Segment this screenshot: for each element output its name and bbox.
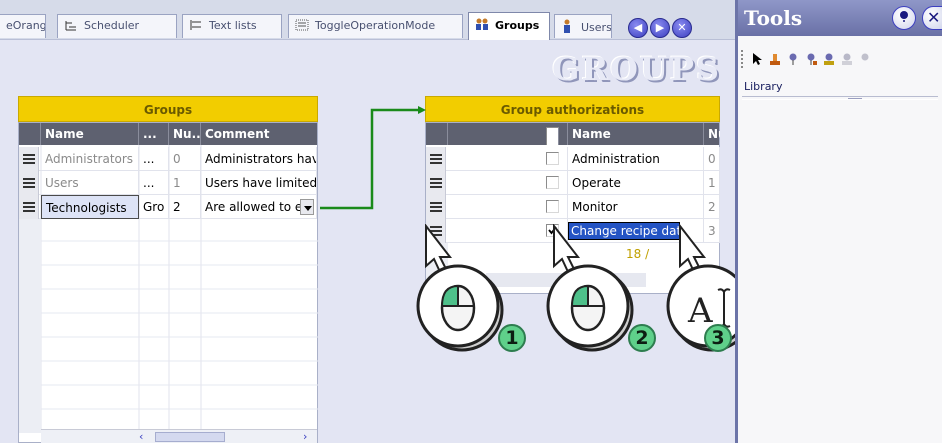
close-icon[interactable]: ✕: [922, 6, 942, 30]
tools-pane: Tools ✕ Library: [735, 0, 942, 443]
pin-tool-icon[interactable]: [786, 52, 800, 66]
callout-mouse-click-1: 1: [400, 224, 526, 364]
step-badge-3: 3: [704, 324, 732, 352]
tools-header: Tools ✕: [738, 0, 942, 36]
callout-mouse-click-2: 2: [530, 224, 656, 364]
step-badge-2: 2: [628, 324, 656, 352]
step-badge-1: 1: [498, 324, 526, 352]
pin-disabled-2-icon[interactable]: [858, 52, 872, 66]
pin-add-icon[interactable]: [804, 52, 818, 66]
toolbar-grip: [741, 50, 743, 68]
editor-area: eOrange Scheduler Text lists ToggleOpera…: [0, 0, 735, 443]
relation-connector-arrow: [320, 106, 426, 210]
callout-text-input-3: A 3: [660, 224, 735, 364]
splitter-grip[interactable]: [848, 93, 862, 99]
stamp-icon[interactable]: [768, 52, 782, 66]
pin-edit-icon[interactable]: [822, 52, 836, 66]
section-divider: [742, 96, 938, 100]
pin-disabled-icon[interactable]: [840, 52, 854, 66]
mouse-click-icon: [416, 224, 504, 352]
library-section-label[interactable]: Library: [744, 80, 782, 93]
tools-title: Tools: [744, 6, 803, 30]
pointer-icon[interactable]: [750, 52, 764, 66]
svg-text:A: A: [687, 291, 713, 331]
tools-toolbar: [738, 48, 942, 70]
pin-icon[interactable]: [892, 6, 916, 30]
mouse-click-icon: [546, 224, 634, 352]
